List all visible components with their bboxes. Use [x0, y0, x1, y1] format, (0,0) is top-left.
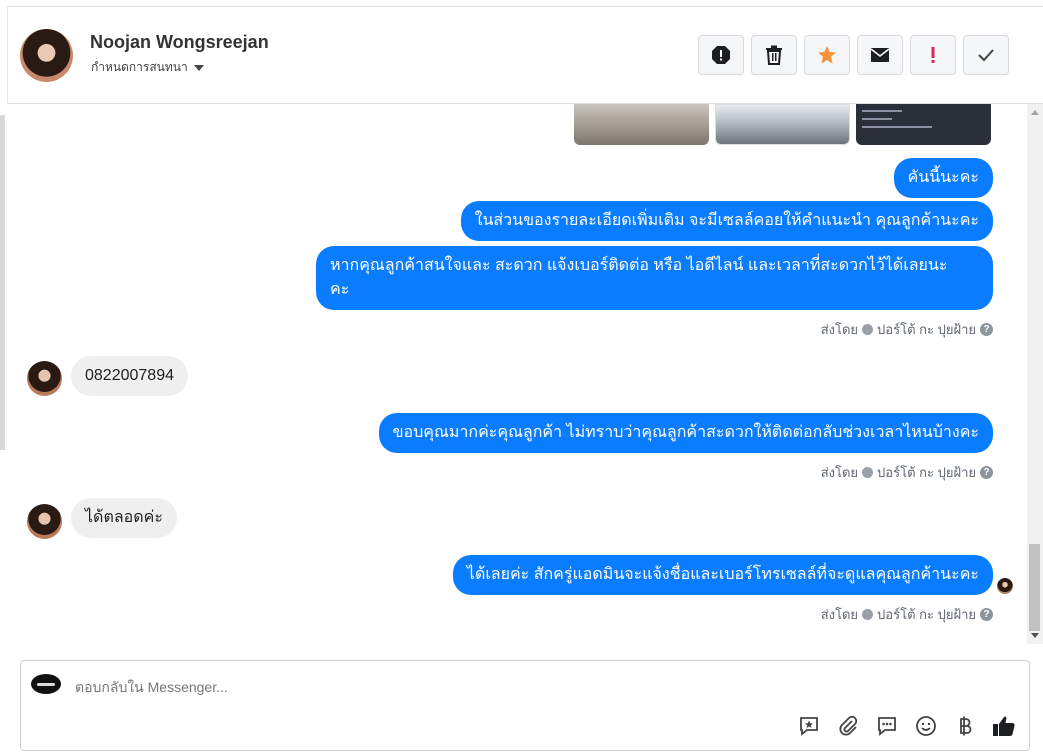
- trash-icon: [766, 45, 782, 65]
- thread-scrollbar[interactable]: [1027, 104, 1043, 644]
- conversation-actions: [698, 35, 1009, 75]
- sent-by-prefix: ส่งโดย: [820, 322, 859, 337]
- customer-avatar-small: [27, 504, 62, 539]
- message-thread: คันนี้นะคะ ในส่วนของรายละเอียดเพิ่มเติม …: [7, 104, 1027, 656]
- sent-by-agent: ปอร์โต้ กะ ปุยฝ้าย: [877, 465, 976, 480]
- scroll-thumb[interactable]: [1029, 544, 1040, 631]
- verified-icon: [862, 467, 874, 478]
- conversation-schedule-dropdown[interactable]: กำหนดการสนทนา: [91, 58, 204, 77]
- spam-button[interactable]: [698, 35, 744, 75]
- help-icon[interactable]: ?: [980, 323, 993, 336]
- attach-icon[interactable]: [835, 713, 861, 739]
- sent-by-agent: ปอร์โต้ กะ ปุยฝ้าย: [877, 607, 976, 622]
- reply-input[interactable]: ตอบกลับใน Messenger...: [75, 677, 228, 699]
- sent-by-agent: ปอร์โต้ กะ ปุยฝ้าย: [877, 322, 976, 337]
- delete-button[interactable]: [751, 35, 797, 75]
- seen-avatar: [997, 578, 1013, 594]
- conversation-schedule-label: กำหนดการสนทนา: [91, 60, 188, 74]
- quick-reply-icon[interactable]: [874, 713, 900, 739]
- photo-thumbnail[interactable]: [574, 104, 709, 145]
- reply-composer: ตอบกลับใน Messenger...: [20, 660, 1030, 751]
- sent-by-info: ส่งโดย ปอร์โต้ กะ ปุยฝ้าย ?: [821, 462, 993, 483]
- mark-unread-button[interactable]: [857, 35, 903, 75]
- star-button[interactable]: [804, 35, 850, 75]
- follow-up-button[interactable]: [910, 35, 956, 75]
- composer-toolbar: [796, 713, 1017, 739]
- page-logo: [31, 674, 61, 694]
- message-line: หากคุณลูกค้าสนใจและ สะดวก แจ้งเบอร์ติดต่…: [330, 257, 948, 274]
- saved-reply-icon[interactable]: [796, 713, 822, 739]
- customer-avatar-small: [27, 361, 62, 396]
- like-icon[interactable]: [991, 713, 1017, 739]
- baht-icon[interactable]: [952, 713, 978, 739]
- exclamation-icon: [931, 47, 935, 63]
- shared-photos: [574, 104, 991, 145]
- verified-icon: [862, 324, 874, 335]
- help-icon[interactable]: ?: [980, 466, 993, 479]
- scroll-down-icon[interactable]: [1031, 633, 1039, 638]
- incoming-message[interactable]: ได้ตลอดค่ะ: [71, 498, 177, 538]
- message-line: คะ: [330, 281, 350, 298]
- outgoing-message[interactable]: คันนี้นะคะ: [893, 158, 993, 198]
- photo-thumbnail[interactable]: [715, 104, 850, 145]
- sent-by-info: ส่งโดย ปอร์โต้ กะ ปุยฝ้าย ?: [821, 604, 993, 625]
- outgoing-message[interactable]: ในส่วนของรายละเอียดเพิ่มเติม จะมีเซลล์คอ…: [460, 201, 993, 241]
- caret-down-icon: [193, 64, 204, 71]
- emoji-icon[interactable]: [913, 713, 939, 739]
- sent-by-prefix: ส่งโดย: [820, 607, 859, 622]
- sent-by-prefix: ส่งโดย: [820, 465, 859, 480]
- envelope-icon: [870, 48, 890, 62]
- customer-avatar[interactable]: [20, 29, 73, 82]
- help-icon[interactable]: ?: [980, 608, 993, 621]
- sent-by-info: ส่งโดย ปอร์โต้ กะ ปุยฝ้าย ?: [821, 319, 993, 340]
- photo-thumbnail[interactable]: [856, 104, 991, 145]
- verified-icon: [862, 609, 874, 620]
- outgoing-message[interactable]: ได้เลยค่ะ สักครู่แอดมินจะแจ้งชื่อและเบอร…: [452, 555, 993, 595]
- customer-name[interactable]: Noojan Wongsreejan: [90, 32, 269, 53]
- incoming-message[interactable]: 0822007894: [71, 356, 188, 396]
- star-icon: [818, 46, 836, 64]
- outgoing-message[interactable]: ขอบคุณมากค่ะคุณลูกค้า ไม่ทราบว่าคุณลูกค้…: [378, 413, 993, 453]
- left-panel-scrollbar[interactable]: [0, 115, 5, 450]
- scroll-up-icon[interactable]: [1031, 110, 1039, 115]
- check-icon: [978, 49, 994, 62]
- outgoing-message[interactable]: หากคุณลูกค้าสนใจและ สะดวก แจ้งเบอร์ติดต่…: [316, 246, 993, 310]
- stop-icon: [712, 46, 730, 64]
- done-button[interactable]: [963, 35, 1009, 75]
- conversation-header: Noojan Wongsreejan กำหนดการสนทนา: [7, 6, 1043, 104]
